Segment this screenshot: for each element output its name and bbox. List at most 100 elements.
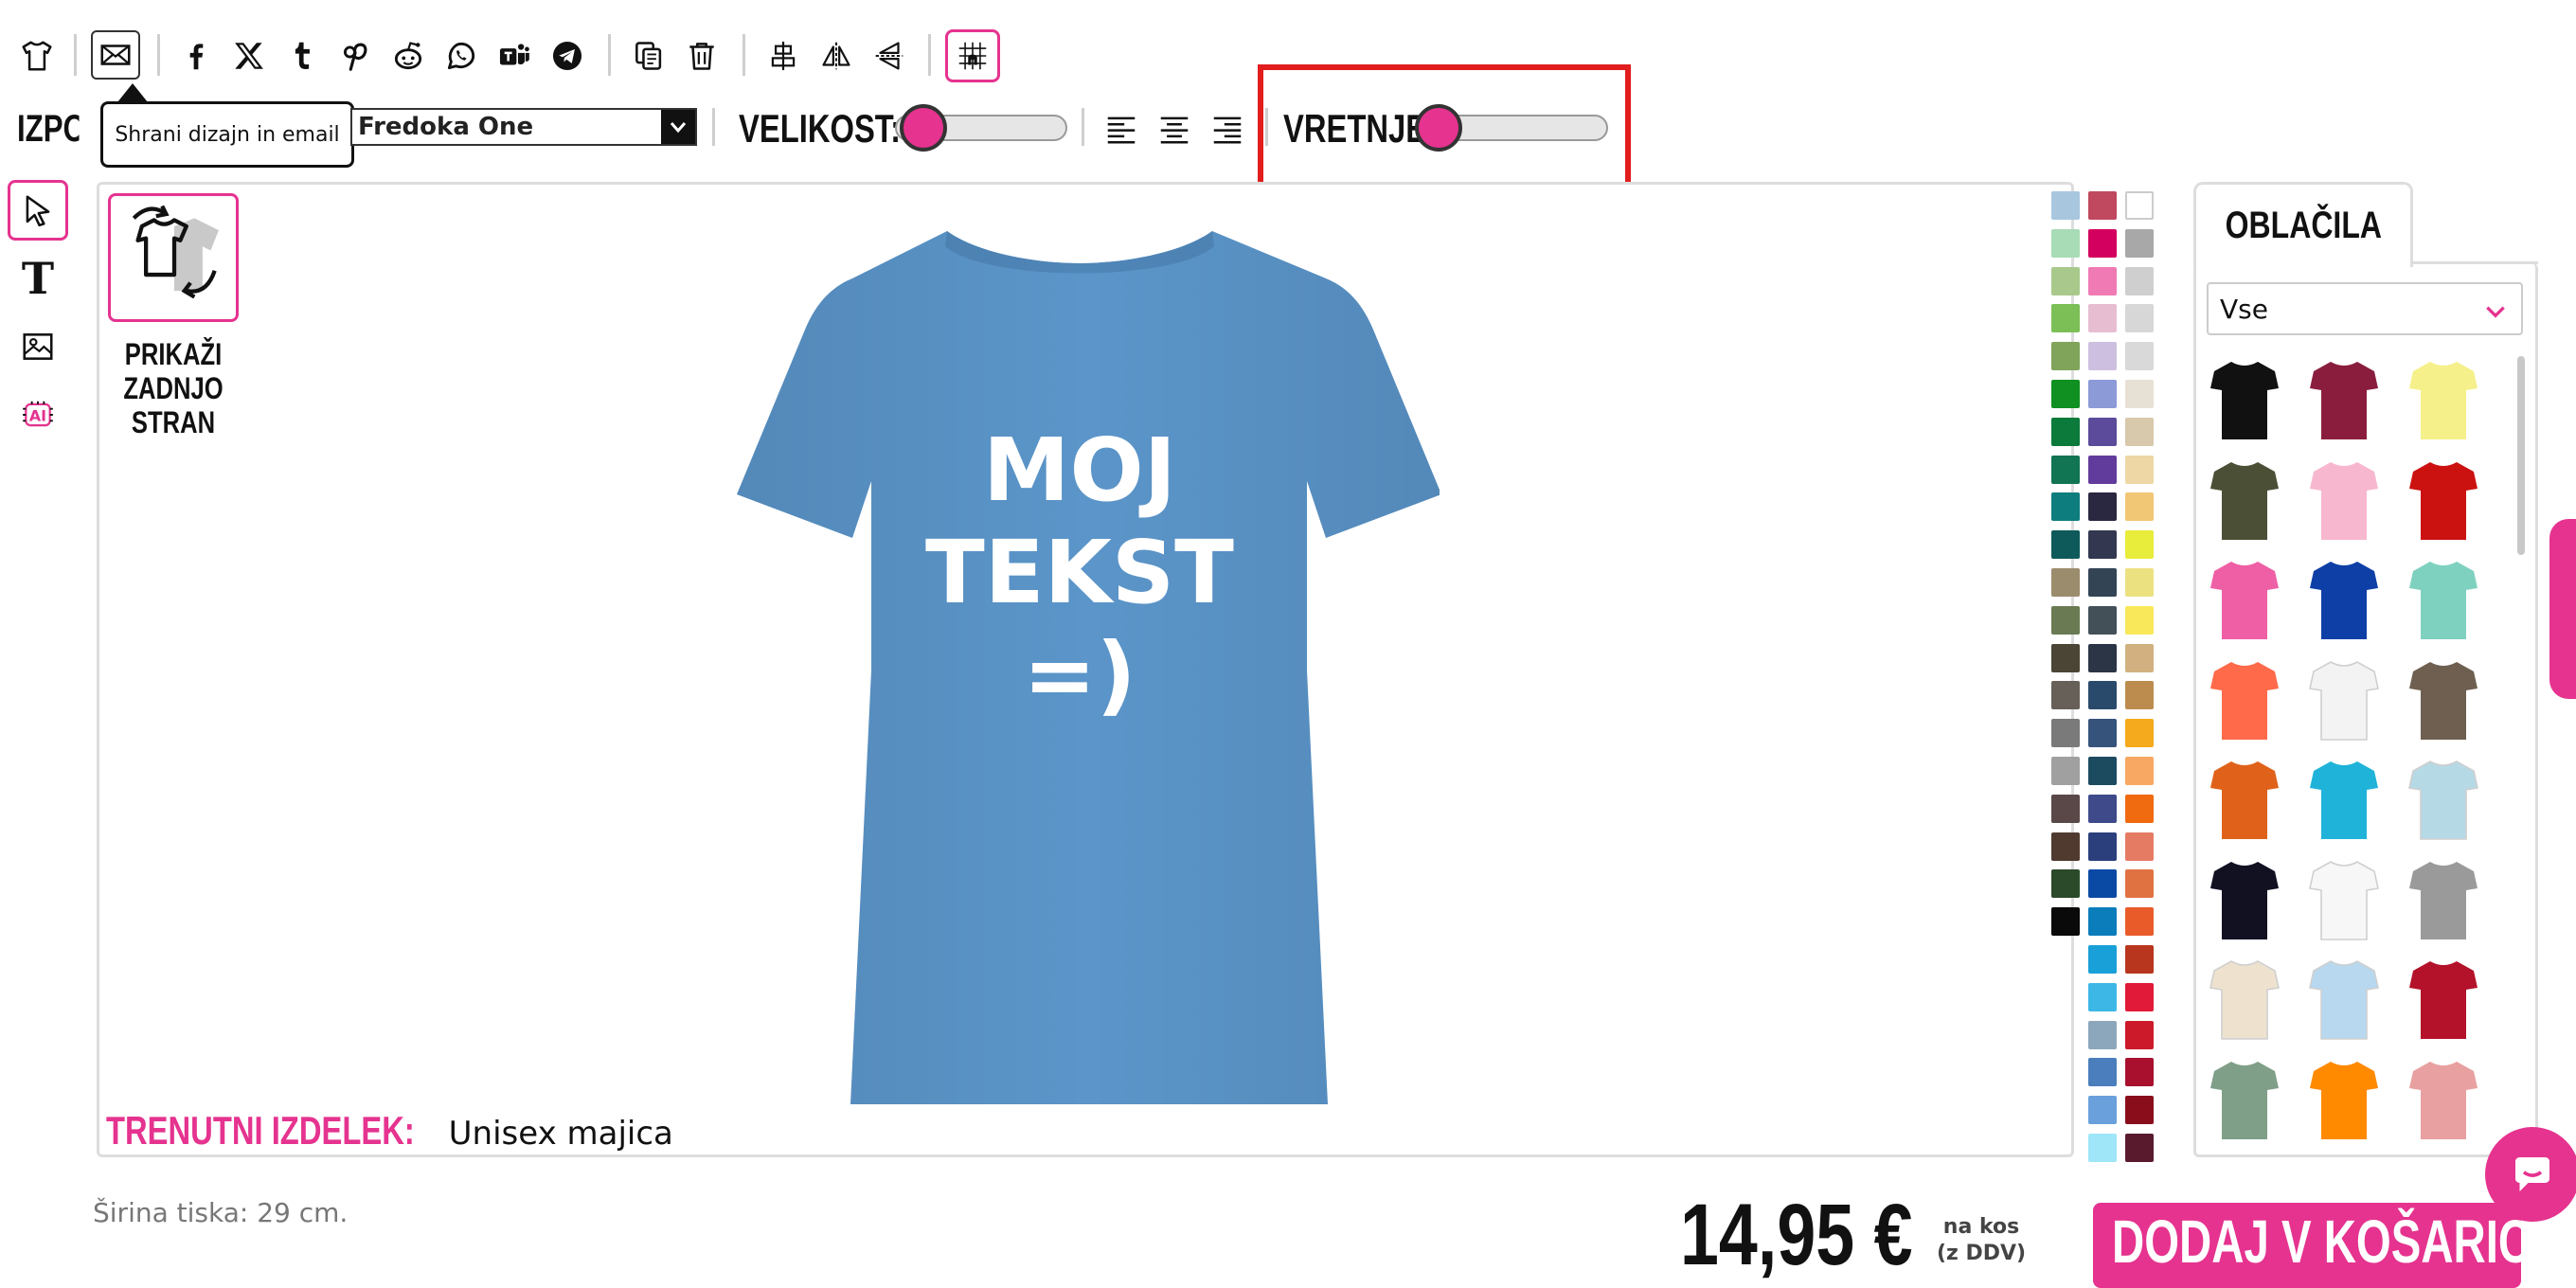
whatsapp-icon[interactable] xyxy=(439,34,483,78)
product-thumbnail[interactable] xyxy=(2207,656,2282,743)
color-swatch[interactable] xyxy=(2125,417,2154,446)
back-side-label[interactable]: PRIKAŽI ZADNJO STRAN xyxy=(119,337,227,439)
design-text-line-1[interactable]: MOJ xyxy=(983,420,1176,521)
product-thumbnail[interactable] xyxy=(2306,456,2382,544)
flip-vertical-icon[interactable] xyxy=(868,34,911,78)
color-swatch[interactable] xyxy=(2125,1096,2154,1125)
color-swatch[interactable] xyxy=(2088,757,2117,785)
product-thumbnail[interactable] xyxy=(2306,756,2382,843)
color-swatch[interactable] xyxy=(2088,568,2117,597)
color-swatch[interactable] xyxy=(2088,380,2117,408)
color-swatch[interactable] xyxy=(2088,1134,2117,1162)
teams-icon[interactable] xyxy=(492,34,536,78)
trash-icon[interactable] xyxy=(680,34,724,78)
color-swatch[interactable] xyxy=(2088,1058,2117,1087)
color-swatch[interactable] xyxy=(2051,568,2080,597)
color-swatch[interactable] xyxy=(2125,568,2154,597)
color-swatch[interactable] xyxy=(2088,605,2117,635)
color-swatch[interactable] xyxy=(2051,304,2080,333)
color-swatch[interactable] xyxy=(2125,794,2154,823)
color-swatch[interactable] xyxy=(2125,228,2154,258)
color-swatch[interactable] xyxy=(2125,191,2154,220)
color-swatch[interactable] xyxy=(2088,719,2117,748)
color-swatch[interactable] xyxy=(2088,492,2117,522)
color-swatch[interactable] xyxy=(2088,304,2117,333)
align-right-icon[interactable] xyxy=(1207,108,1248,150)
reddit-icon[interactable] xyxy=(386,34,430,78)
color-swatch[interactable] xyxy=(2051,191,2080,220)
product-thumbnail[interactable] xyxy=(2306,956,2382,1043)
color-swatch[interactable] xyxy=(2051,869,2080,899)
product-thumbnail[interactable] xyxy=(2207,956,2282,1043)
color-swatch[interactable] xyxy=(2051,643,2080,672)
color-swatch[interactable] xyxy=(2051,530,2080,560)
color-swatch[interactable] xyxy=(2051,681,2080,710)
color-swatch[interactable] xyxy=(2125,643,2154,672)
product-thumbnail[interactable] xyxy=(2207,356,2282,443)
color-swatch[interactable] xyxy=(2051,907,2080,937)
color-swatch[interactable] xyxy=(2088,191,2117,220)
color-swatch[interactable] xyxy=(2125,907,2154,937)
product-thumbnail[interactable] xyxy=(2306,556,2382,643)
color-swatch[interactable] xyxy=(2125,832,2154,861)
align-left-icon[interactable] xyxy=(1100,108,1142,150)
pinterest-icon[interactable] xyxy=(333,34,377,78)
product-thumbnail[interactable] xyxy=(2306,656,2382,743)
color-swatch[interactable] xyxy=(2088,266,2117,295)
ai-icon[interactable]: AI xyxy=(8,385,68,445)
color-swatch[interactable] xyxy=(2088,1096,2117,1125)
email-icon[interactable] xyxy=(91,30,140,80)
color-swatch[interactable] xyxy=(2088,794,2117,823)
product-thumbnail[interactable] xyxy=(2406,956,2481,1043)
color-swatch[interactable] xyxy=(2088,681,2117,710)
color-swatch[interactable] xyxy=(2125,1134,2154,1162)
product-thumbnail[interactable] xyxy=(2207,856,2282,943)
product-thumbnail[interactable] xyxy=(2406,656,2481,743)
color-swatch[interactable] xyxy=(2125,982,2154,1011)
tumblr-icon[interactable] xyxy=(280,34,324,78)
product-thumbnail[interactable] xyxy=(2406,356,2481,443)
color-swatch[interactable] xyxy=(2088,228,2117,258)
color-swatch[interactable] xyxy=(2125,266,2154,295)
design-text-line-3[interactable]: =) xyxy=(1023,624,1136,725)
color-swatch[interactable] xyxy=(2051,832,2080,861)
color-swatch[interactable] xyxy=(2125,681,2154,710)
color-swatch[interactable] xyxy=(2125,605,2154,635)
product-thumbnail[interactable] xyxy=(2306,856,2382,943)
telegram-icon[interactable] xyxy=(546,34,589,78)
facebook-icon[interactable] xyxy=(174,34,218,78)
select-icon[interactable] xyxy=(8,180,68,241)
image-icon[interactable] xyxy=(8,316,68,377)
product-thumbnail[interactable] xyxy=(2207,756,2282,843)
color-swatch[interactable] xyxy=(2125,945,2154,974)
color-swatch[interactable] xyxy=(2088,530,2117,560)
color-swatch[interactable] xyxy=(2051,417,2080,446)
color-swatch[interactable] xyxy=(2051,719,2080,748)
color-swatch[interactable] xyxy=(2051,492,2080,522)
product-thumbnail[interactable] xyxy=(2207,456,2282,544)
color-swatch[interactable] xyxy=(2125,304,2154,333)
product-thumbnail[interactable] xyxy=(2207,556,2282,643)
color-swatch[interactable] xyxy=(2051,266,2080,295)
color-swatch[interactable] xyxy=(2088,982,2117,1011)
color-swatch[interactable] xyxy=(2051,455,2080,484)
color-swatch[interactable] xyxy=(2125,1058,2154,1087)
tshirt-icon[interactable] xyxy=(15,34,59,78)
color-swatch[interactable] xyxy=(2125,1020,2154,1049)
product-thumbnail[interactable] xyxy=(2406,1056,2481,1143)
product-thumbnail[interactable] xyxy=(2306,356,2382,443)
grid-snap-icon[interactable] xyxy=(945,29,1000,82)
color-swatch[interactable] xyxy=(2051,228,2080,258)
tab-oblacila[interactable]: OBLAČILA xyxy=(2193,182,2413,267)
product-thumbnail[interactable] xyxy=(2207,1056,2282,1143)
color-swatch[interactable] xyxy=(2125,492,2154,522)
x-twitter-icon[interactable] xyxy=(227,34,271,78)
color-swatch[interactable] xyxy=(2051,757,2080,785)
product-thumbnail[interactable] xyxy=(2406,556,2481,643)
color-swatch[interactable] xyxy=(2088,1020,2117,1049)
color-swatch[interactable] xyxy=(2088,907,2117,937)
copy-icon[interactable] xyxy=(627,34,671,78)
color-swatch[interactable] xyxy=(2088,643,2117,672)
color-swatch[interactable] xyxy=(2125,455,2154,484)
color-swatch[interactable] xyxy=(2051,342,2080,371)
